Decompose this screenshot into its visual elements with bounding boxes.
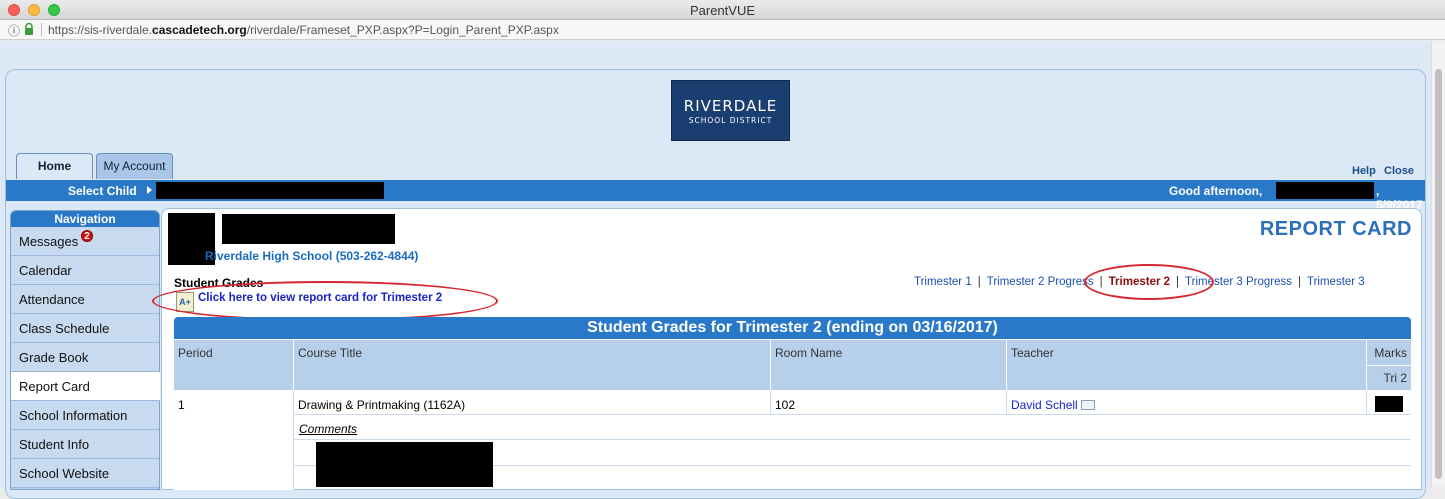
table-row: 1 Drawing & Printmaking (1162A) 102 Davi… bbox=[174, 391, 1411, 415]
page-title: REPORT CARD bbox=[1259, 218, 1412, 240]
scrollbar[interactable] bbox=[1431, 41, 1445, 487]
window-titlebar: ParentVUE bbox=[0, 0, 1445, 20]
nav-item-grade-book[interactable]: Grade Book bbox=[11, 343, 159, 372]
redacted-parent-name bbox=[1276, 182, 1374, 199]
annotation-oval-trimester-2 bbox=[1084, 264, 1214, 300]
redacted-comment bbox=[316, 442, 493, 487]
comments-row bbox=[294, 415, 1411, 440]
col-teacher: Teacher bbox=[1007, 340, 1367, 390]
tab-home[interactable]: Home bbox=[16, 153, 93, 179]
grades-table-title: Student Grades for Trimester 2 (ending o… bbox=[174, 317, 1411, 339]
school-name-link[interactable]: Riverdale High School (503-262-4844) bbox=[205, 249, 418, 263]
cell-period: 1 bbox=[174, 391, 294, 414]
col-marks-tri2: Tri 2 bbox=[1367, 365, 1411, 390]
cell-mark bbox=[1367, 391, 1411, 414]
annotation-oval-report-link bbox=[152, 281, 498, 321]
messages-badge: 2 bbox=[81, 230, 93, 242]
scrollbar-thumb[interactable] bbox=[1435, 69, 1442, 479]
col-course-title: Course Title bbox=[294, 340, 771, 390]
nav-item-school-information[interactable]: School Information bbox=[11, 401, 159, 430]
navigation-title: Navigation bbox=[11, 211, 159, 227]
nav-item-report-card[interactable]: Report Card bbox=[11, 372, 160, 401]
nav-item-messages[interactable]: Messages 2 bbox=[11, 227, 159, 256]
cell-teacher: David Schell bbox=[1007, 391, 1367, 414]
url-text[interactable]: https://sis-riverdale.cascadetech.org/ri… bbox=[48, 23, 559, 37]
select-child-label[interactable]: Select Child bbox=[68, 184, 137, 198]
address-bar[interactable]: ⓘ https://sis-riverdale.cascadetech.org/… bbox=[0, 20, 1445, 40]
term-link-trimester-1[interactable]: Trimester 1 bbox=[914, 276, 972, 288]
nav-item-attendance[interactable]: Attendance bbox=[11, 285, 159, 314]
url-separator bbox=[41, 23, 42, 36]
info-icon[interactable]: ⓘ bbox=[8, 22, 20, 39]
redacted-child-name bbox=[156, 182, 384, 199]
nav-item-student-info[interactable]: Student Info bbox=[11, 430, 159, 459]
nav-item-class-schedule[interactable]: Class Schedule bbox=[11, 314, 159, 343]
cell-room-name: 102 bbox=[771, 391, 1007, 414]
lock-icon bbox=[25, 23, 33, 35]
term-link-trimester-2-progress[interactable]: Trimester 2 Progress bbox=[987, 276, 1094, 288]
nav-item-school-website[interactable]: School Website bbox=[11, 459, 159, 488]
help-link[interactable]: Help bbox=[1352, 165, 1376, 177]
grades-table-header: Period Course Title Room Name Teacher Ma… bbox=[174, 340, 1411, 390]
greeting-text: Good afternoon, bbox=[1169, 184, 1263, 198]
tab-my-account[interactable]: My Account bbox=[96, 153, 173, 179]
nav-item-calendar[interactable]: Calendar bbox=[11, 256, 159, 285]
col-marks: Marks Tri 2 bbox=[1367, 340, 1411, 390]
comments-label: Comments bbox=[299, 422, 358, 436]
email-icon[interactable] bbox=[1080, 400, 1095, 410]
term-link-trimester-3[interactable]: Trimester 3 bbox=[1307, 276, 1365, 288]
col-period: Period bbox=[174, 340, 294, 390]
col-room-name: Room Name bbox=[771, 340, 1007, 390]
comments-indent bbox=[174, 414, 294, 490]
redacted-mark bbox=[1375, 396, 1403, 412]
district-logo: RIVERDALE SCHOOL DISTRICT bbox=[671, 80, 790, 141]
header-bar: Select Child Good afternoon, , 5/9/2017 bbox=[6, 180, 1425, 212]
window-title: ParentVUE bbox=[689, 3, 756, 18]
teacher-link[interactable]: David Schell bbox=[1011, 398, 1078, 412]
redacted-student-name bbox=[222, 214, 395, 244]
cell-course-title: Drawing & Printmaking (1162A) bbox=[294, 391, 771, 414]
close-link[interactable]: Close bbox=[1384, 165, 1414, 177]
navigation-panel: Navigation Messages 2 Calendar Attendanc… bbox=[10, 210, 160, 490]
triangle-right-icon[interactable] bbox=[147, 186, 152, 194]
